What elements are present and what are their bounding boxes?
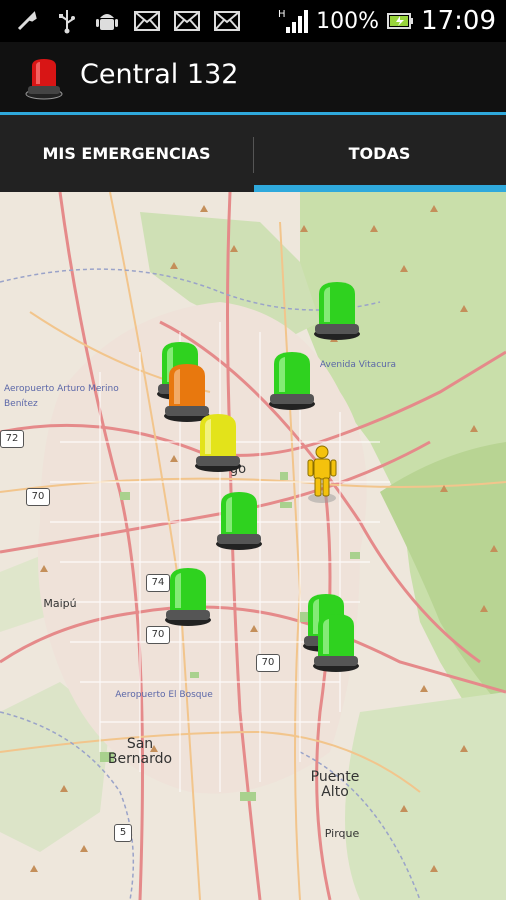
siren-marker-yellow[interactable] <box>193 412 243 476</box>
route-shield: 5 <box>114 824 132 842</box>
route-shield: 70 <box>26 488 50 506</box>
map-label-puente-alto: Puente Alto <box>310 769 360 800</box>
map-view[interactable]: 72 70 74 70 70 5 Aeropuerto Arturo Merin… <box>0 192 506 900</box>
mail-icon <box>214 8 240 34</box>
siren-marker-green[interactable] <box>312 280 362 344</box>
map-label-pirque: Pirque <box>324 827 360 840</box>
map-label-vitacura: Avenida Vitacura <box>319 360 397 370</box>
svg-text:H: H <box>278 9 286 20</box>
tab-todas[interactable]: TODAS <box>253 115 506 192</box>
siren-icon[interactable] <box>24 56 64 100</box>
wrench-icon <box>14 8 40 34</box>
app-title: Central 132 <box>80 59 239 90</box>
status-right: H 100% 17:09 <box>278 6 496 36</box>
battery-percent: 100% <box>316 8 380 34</box>
battery-icon <box>387 13 414 29</box>
map-label-maipu: Maipú <box>43 597 77 610</box>
tab-mis-emergencias[interactable]: MIS EMERGENCIAS <box>0 115 253 192</box>
mail-icon <box>134 8 160 34</box>
siren-marker-green[interactable] <box>267 350 317 414</box>
tab-bar: MIS EMERGENCIAS TODAS <box>0 112 506 192</box>
status-bar: H 100% 17:09 <box>0 0 506 42</box>
route-shield: 70 <box>256 654 280 672</box>
route-shield: 72 <box>0 430 24 448</box>
person-location-icon[interactable] <box>305 444 339 508</box>
siren-marker-green[interactable] <box>311 612 361 676</box>
map-label-san-bernardo: San Bernardo <box>107 736 173 767</box>
signal-icon: H <box>278 9 309 33</box>
siren-marker-green[interactable] <box>163 566 213 630</box>
tab-selected-indicator <box>254 185 506 192</box>
mail-icon <box>174 8 200 34</box>
usb-icon <box>54 8 80 34</box>
action-bar: Central 132 <box>0 42 506 112</box>
clock: 17:09 <box>421 6 496 36</box>
android-icon <box>94 8 120 34</box>
siren-marker-green[interactable] <box>214 490 264 554</box>
map-label-aeropuerto-rural: Aeropuerto El Bosque <box>115 690 213 700</box>
notification-icons <box>14 8 240 34</box>
map-label-aeropuerto: Aeropuerto Arturo Merino Benítez <box>4 384 119 409</box>
